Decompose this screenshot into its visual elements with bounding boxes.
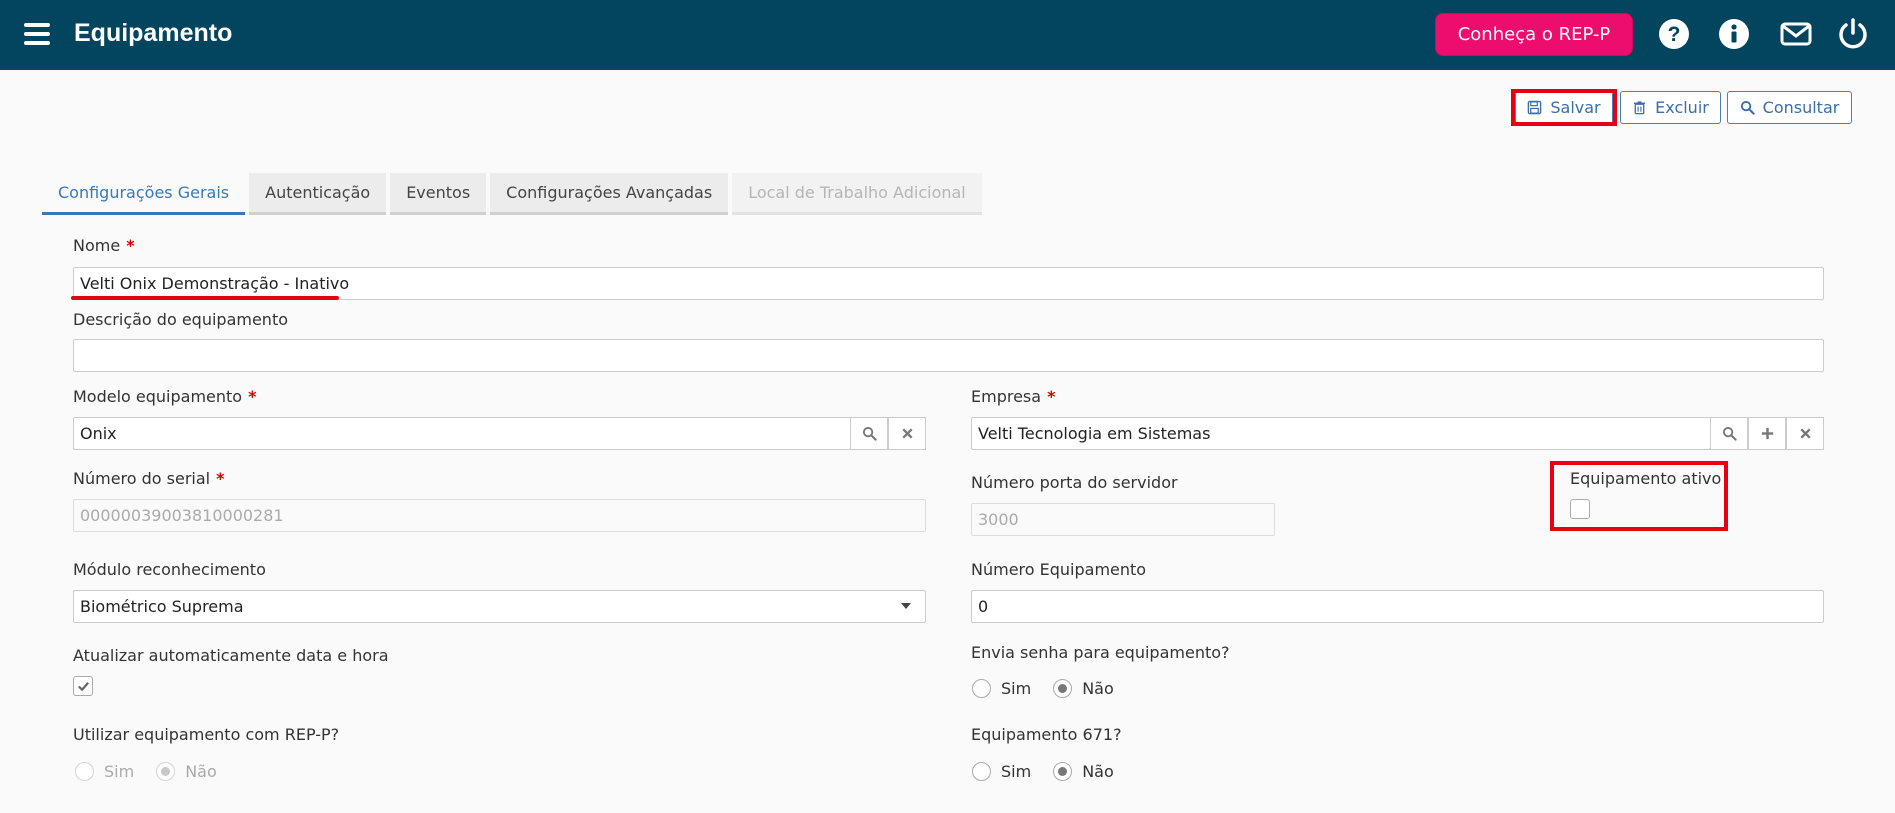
rep-p-label: Utilizar equipamento com REP-P? (73, 725, 340, 744)
nome-label: Nome * (73, 236, 135, 255)
delete-label: Excluir (1655, 98, 1709, 117)
nome-underline-highlight (71, 296, 339, 300)
empresa-search-button[interactable] (1710, 417, 1748, 450)
equip-671-sim-label: Sim (1001, 762, 1032, 781)
modelo-search-button[interactable] (850, 417, 888, 450)
mail-icon[interactable] (1779, 17, 1813, 51)
rep-p-radio-group: Sim Não (75, 762, 239, 781)
modulo-label: Módulo reconhecimento (73, 560, 266, 579)
check-icon (77, 681, 89, 691)
modulo-selected-value: Biométrico Suprema (80, 597, 244, 616)
atualizar-checkbox[interactable] (73, 676, 93, 696)
porta-input: 3000 (971, 503, 1275, 536)
search-icon (1740, 100, 1755, 115)
porta-label: Número porta do servidor (971, 473, 1178, 492)
info-icon[interactable] (1717, 17, 1751, 51)
envia-senha-radio-group: Sim Não (972, 679, 1136, 698)
help-icon[interactable]: ? (1657, 17, 1691, 51)
envia-senha-nao-radio[interactable] (1053, 679, 1073, 698)
top-bar: Equipamento Conheça o REP-P ? (0, 0, 1895, 70)
delete-button[interactable]: Excluir (1620, 91, 1721, 124)
equip-671-sim-radio[interactable] (972, 762, 991, 781)
envia-senha-label: Envia senha para equipamento? (971, 643, 1230, 662)
modelo-clear-button[interactable] (888, 417, 926, 450)
descricao-input[interactable] (73, 339, 1824, 372)
search-label: Consultar (1762, 98, 1840, 117)
numero-equipamento-input[interactable]: 0 (971, 590, 1824, 623)
rep-p-sim-label: Sim (104, 762, 135, 781)
equip-671-label: Equipamento 671? (971, 725, 1122, 744)
tab-autenticacao[interactable]: Autenticação (249, 173, 387, 215)
rep-p-nao-radio (156, 762, 176, 781)
close-icon (1799, 428, 1811, 439)
serial-label: Número do serial * (73, 469, 225, 488)
numero-equipamento-label: Número Equipamento (971, 560, 1147, 579)
rep-p-sim-radio (75, 762, 94, 781)
empresa-input[interactable]: Velti Tecnologia em Sistemas (971, 417, 1711, 450)
equip-671-nao-label: Não (1082, 762, 1114, 781)
envia-senha-nao-label: Não (1082, 679, 1114, 698)
modelo-input[interactable]: Onix (73, 417, 851, 450)
search-icon (1722, 426, 1737, 441)
svg-text:?: ? (1668, 23, 1681, 46)
descricao-label: Descrição do equipamento (73, 310, 289, 329)
rep-p-nao-label: Não (185, 762, 217, 781)
atualizar-label: Atualizar automaticamente data e hora (73, 646, 389, 665)
caret-down-icon (901, 603, 911, 609)
tab-local-de-trabalho-adicional: Local de Trabalho Adicional (732, 173, 982, 215)
tab-configuracoes-avancadas[interactable]: Configurações Avançadas (490, 173, 729, 215)
save-highlight (1511, 89, 1617, 126)
search-button[interactable]: Consultar (1727, 91, 1852, 124)
power-icon[interactable] (1836, 17, 1870, 51)
plus-icon (1761, 427, 1773, 440)
empresa-add-button[interactable] (1748, 417, 1786, 450)
search-icon (862, 426, 877, 441)
envia-senha-sim-label: Sim (1001, 679, 1032, 698)
close-icon (901, 428, 913, 439)
tab-bar: Configurações Gerais Autenticação Evento… (42, 173, 986, 215)
trash-icon (1634, 101, 1646, 115)
equip-671-radio-group: Sim Não (972, 762, 1136, 781)
equip-671-nao-radio[interactable] (1053, 762, 1073, 781)
modulo-select[interactable]: Biométrico Suprema (73, 590, 926, 623)
envia-senha-sim-radio[interactable] (972, 679, 991, 698)
empresa-label: Empresa * (971, 387, 1056, 406)
serial-input: 00000039003810000281 (73, 499, 926, 532)
rep-p-button[interactable]: Conheça o REP-P (1435, 13, 1633, 56)
menu-icon[interactable] (24, 23, 50, 45)
modelo-label: Modelo equipamento * (73, 387, 257, 406)
tab-configuracoes-gerais[interactable]: Configurações Gerais (42, 173, 246, 215)
page-title: Equipamento (74, 19, 233, 47)
empresa-clear-button[interactable] (1786, 417, 1824, 450)
ativo-highlight (1550, 461, 1728, 531)
tab-eventos[interactable]: Eventos (390, 173, 487, 215)
